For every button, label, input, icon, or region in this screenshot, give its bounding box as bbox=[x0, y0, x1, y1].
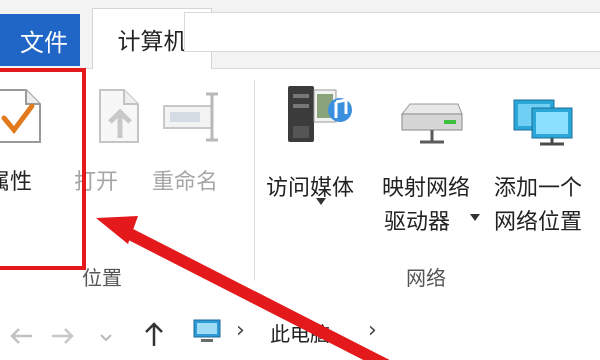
annotation-arrow bbox=[96, 216, 390, 360]
